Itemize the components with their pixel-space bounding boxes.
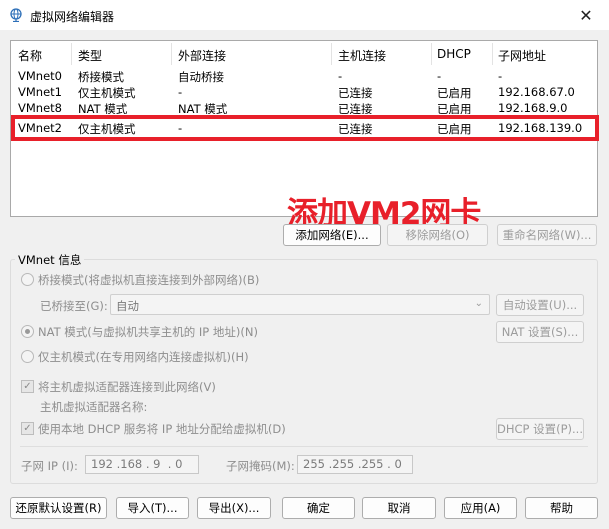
vmnet-info-group [10,259,598,484]
dhcp-label: 使用本地 DHCP 服务将 IP 地址分配给虚拟机(D) [38,422,286,436]
header-host[interactable]: 主机连接 [338,47,386,64]
export-button[interactable]: 导出(X)... [197,497,271,519]
dhcp-checkbox[interactable]: ✓ [21,422,34,435]
vmnet-info-title: VMnet 信息 [15,252,85,268]
subnet-mask-label: 子网掩码(M): [226,459,295,473]
add-network-button[interactable]: 添加网络(E)... [283,224,381,246]
nat-settings-button[interactable]: NAT 设置(S)... [496,321,584,343]
host-only-label: 仅主机模式(在专用网络内连接虚拟机)(H) [38,350,249,364]
subnet-ip-input[interactable]: 192 .168 . 9 . 0 [85,455,199,474]
table-row[interactable]: VMnet0 桥接模式 自动桥接 - - - [11,68,597,84]
header-subnet[interactable]: 子网地址 [498,47,546,64]
ok-button[interactable]: 确定 [282,497,355,519]
adapter-name-label: 主机虚拟适配器名称: [40,400,148,414]
bridged-label: 桥接模式(将虚拟机直接连接到外部网络)(B) [38,273,260,287]
connect-adapter-label: 将主机虚拟适配器连接到此网络(V) [38,380,216,394]
bridged-radio[interactable] [21,273,34,286]
rename-network-button[interactable]: 重命名网络(W)... [497,224,597,246]
header-dhcp[interactable]: DHCP [437,47,471,61]
close-button[interactable]: ✕ [563,0,609,30]
header-external[interactable]: 外部连接 [178,47,226,64]
connect-adapter-checkbox[interactable]: ✓ [21,380,34,393]
header-type[interactable]: 类型 [78,47,102,64]
nat-radio[interactable] [21,325,34,338]
globe-icon [10,8,22,22]
title-bar: 虚拟网络编辑器 ✕ [0,0,609,30]
dhcp-settings-button[interactable]: DHCP 设置(P)... [496,418,584,440]
import-button[interactable]: 导入(T)... [116,497,189,519]
subnet-ip-label: 子网 IP (I): [21,459,78,473]
nat-label: NAT 模式(与虚拟机共享主机的 IP 地址)(N) [38,325,258,339]
help-button[interactable]: 帮助 [525,497,598,519]
table-row[interactable]: VMnet1 仅主机模式 - 已连接 已启用 192.168.67.0 [11,84,597,100]
divider [20,446,588,447]
table-row[interactable]: VMnet8 NAT 模式 NAT 模式 已连接 已启用 192.168.9.0 [11,100,597,114]
restore-defaults-button[interactable]: 还原默认设置(R) [10,497,107,519]
chevron-down-icon: ⌄ [474,298,483,309]
list-header: 名称 类型 外部连接 主机连接 DHCP 子网地址 [11,41,597,67]
close-icon: ✕ [579,5,593,25]
subnet-mask-input[interactable]: 255 .255 .255 . 0 [297,455,413,474]
auto-settings-button[interactable]: 自动设置(U)... [496,294,584,316]
table-row-selected[interactable]: VMnet2 仅主机模式 - 已连接 已启用 192.168.139.0 [11,120,597,136]
host-only-radio[interactable] [21,350,34,363]
window-title: 虚拟网络编辑器 [30,10,115,24]
header-name[interactable]: 名称 [18,47,42,64]
bridged-to-label: 已桥接至(G): [40,299,108,313]
bridged-to-select[interactable]: 自动 ⌄ [110,294,490,315]
cancel-button[interactable]: 取消 [362,497,436,519]
apply-button[interactable]: 应用(A) [444,497,517,519]
remove-network-button[interactable]: 移除网络(O) [387,224,488,246]
